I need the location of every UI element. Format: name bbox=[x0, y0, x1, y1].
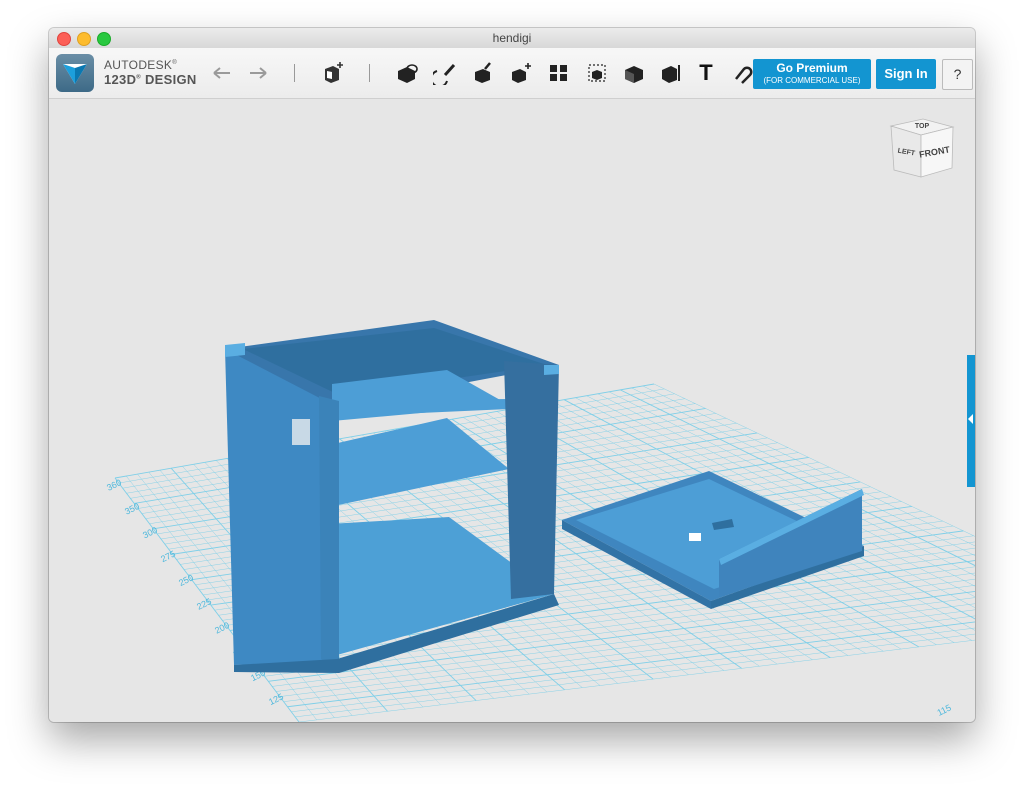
redo-button[interactable] bbox=[245, 60, 271, 86]
combine-icon bbox=[588, 64, 606, 82]
product-suffix: DESIGN bbox=[144, 72, 197, 87]
pattern-icon bbox=[512, 63, 531, 83]
view-cube-top-label: TOP bbox=[915, 123, 930, 130]
premium-sub: (FOR COMMERCIAL USE) bbox=[763, 76, 861, 85]
primitives-tool[interactable] bbox=[320, 60, 346, 86]
grid-label: 275 bbox=[159, 549, 177, 565]
scene-canvas[interactable]: 360350300275250225200175150125115 bbox=[49, 99, 975, 722]
enclosure-right-wall bbox=[504, 361, 559, 599]
grid-label: 125 bbox=[267, 691, 285, 707]
toolbar-separator bbox=[369, 64, 370, 82]
text-tool[interactable]: T bbox=[693, 60, 719, 86]
corner-lip bbox=[225, 343, 245, 357]
construct-tool[interactable] bbox=[432, 60, 458, 86]
sketch-icon bbox=[398, 64, 418, 83]
material-icon bbox=[662, 65, 680, 83]
brand-reg-mark: ® bbox=[172, 60, 177, 66]
help-button[interactable]: ? bbox=[942, 59, 973, 90]
product-name: 123D® DESIGN bbox=[104, 72, 197, 87]
go-premium-button[interactable]: Go Premium (FOR COMMERCIAL USE) bbox=[753, 59, 871, 89]
sketch-tool[interactable] bbox=[394, 60, 420, 86]
undo-icon bbox=[213, 67, 230, 79]
grid-label: 300 bbox=[141, 525, 159, 541]
modify-icon bbox=[475, 62, 491, 83]
brand-line1: AUTODESK bbox=[104, 58, 173, 72]
text-icon: T bbox=[699, 60, 713, 85]
corner-lip bbox=[544, 365, 559, 375]
grid-label: 115 bbox=[935, 703, 952, 718]
product-line2: 123D bbox=[104, 72, 137, 87]
main-toolbar: AUTODESK® 123D® DESIGN T Go Premium (FOR… bbox=[49, 48, 975, 99]
grid-label: 250 bbox=[177, 572, 195, 588]
front-frame-post bbox=[319, 396, 339, 665]
brand-name: AUTODESK® bbox=[104, 58, 177, 72]
view-cube[interactable]: TOP LEFT FRONT bbox=[889, 118, 955, 178]
side-panel-toggle[interactable] bbox=[967, 355, 975, 487]
window-title: hendigi bbox=[492, 31, 532, 45]
product-reg-mark: ® bbox=[136, 74, 142, 81]
combine-tool[interactable] bbox=[584, 60, 610, 86]
collapse-arrow-icon bbox=[968, 414, 973, 424]
premium-label: Go Premium bbox=[776, 61, 848, 75]
grouping-icon bbox=[550, 65, 567, 81]
measure-icon bbox=[625, 66, 643, 83]
construct-icon bbox=[433, 63, 456, 85]
lower-shelf bbox=[329, 418, 509, 507]
pattern-tool[interactable] bbox=[508, 60, 534, 86]
grid-label: 360 bbox=[105, 477, 123, 493]
app-logo[interactable] bbox=[56, 54, 94, 92]
side-cutout bbox=[292, 419, 310, 445]
measure-tool[interactable] bbox=[621, 60, 647, 86]
grid-label: 225 bbox=[195, 596, 213, 612]
enclosure-model[interactable] bbox=[225, 320, 559, 673]
logo-icon bbox=[63, 64, 87, 84]
redo-icon bbox=[250, 67, 267, 79]
lid-cutout bbox=[689, 533, 701, 541]
sign-in-button[interactable]: Sign In bbox=[876, 59, 936, 89]
app-window: hendigi AUTODESK® 123D® DESIGN T Go Prem… bbox=[49, 28, 975, 722]
3d-viewport[interactable]: 360350300275250225200175150125115 bbox=[49, 99, 975, 722]
title-bar[interactable]: hendigi bbox=[49, 28, 975, 49]
grouping-tool[interactable] bbox=[546, 60, 572, 86]
box-plus-icon bbox=[325, 62, 343, 83]
grid-label: 200 bbox=[213, 620, 231, 636]
snap-tool[interactable] bbox=[729, 60, 755, 86]
modify-tool[interactable] bbox=[470, 60, 496, 86]
material-tool[interactable] bbox=[658, 60, 684, 86]
toolbar-separator bbox=[294, 64, 295, 82]
grid-label: 350 bbox=[123, 501, 141, 517]
snap-icon bbox=[735, 66, 753, 84]
undo-button[interactable] bbox=[209, 60, 235, 86]
